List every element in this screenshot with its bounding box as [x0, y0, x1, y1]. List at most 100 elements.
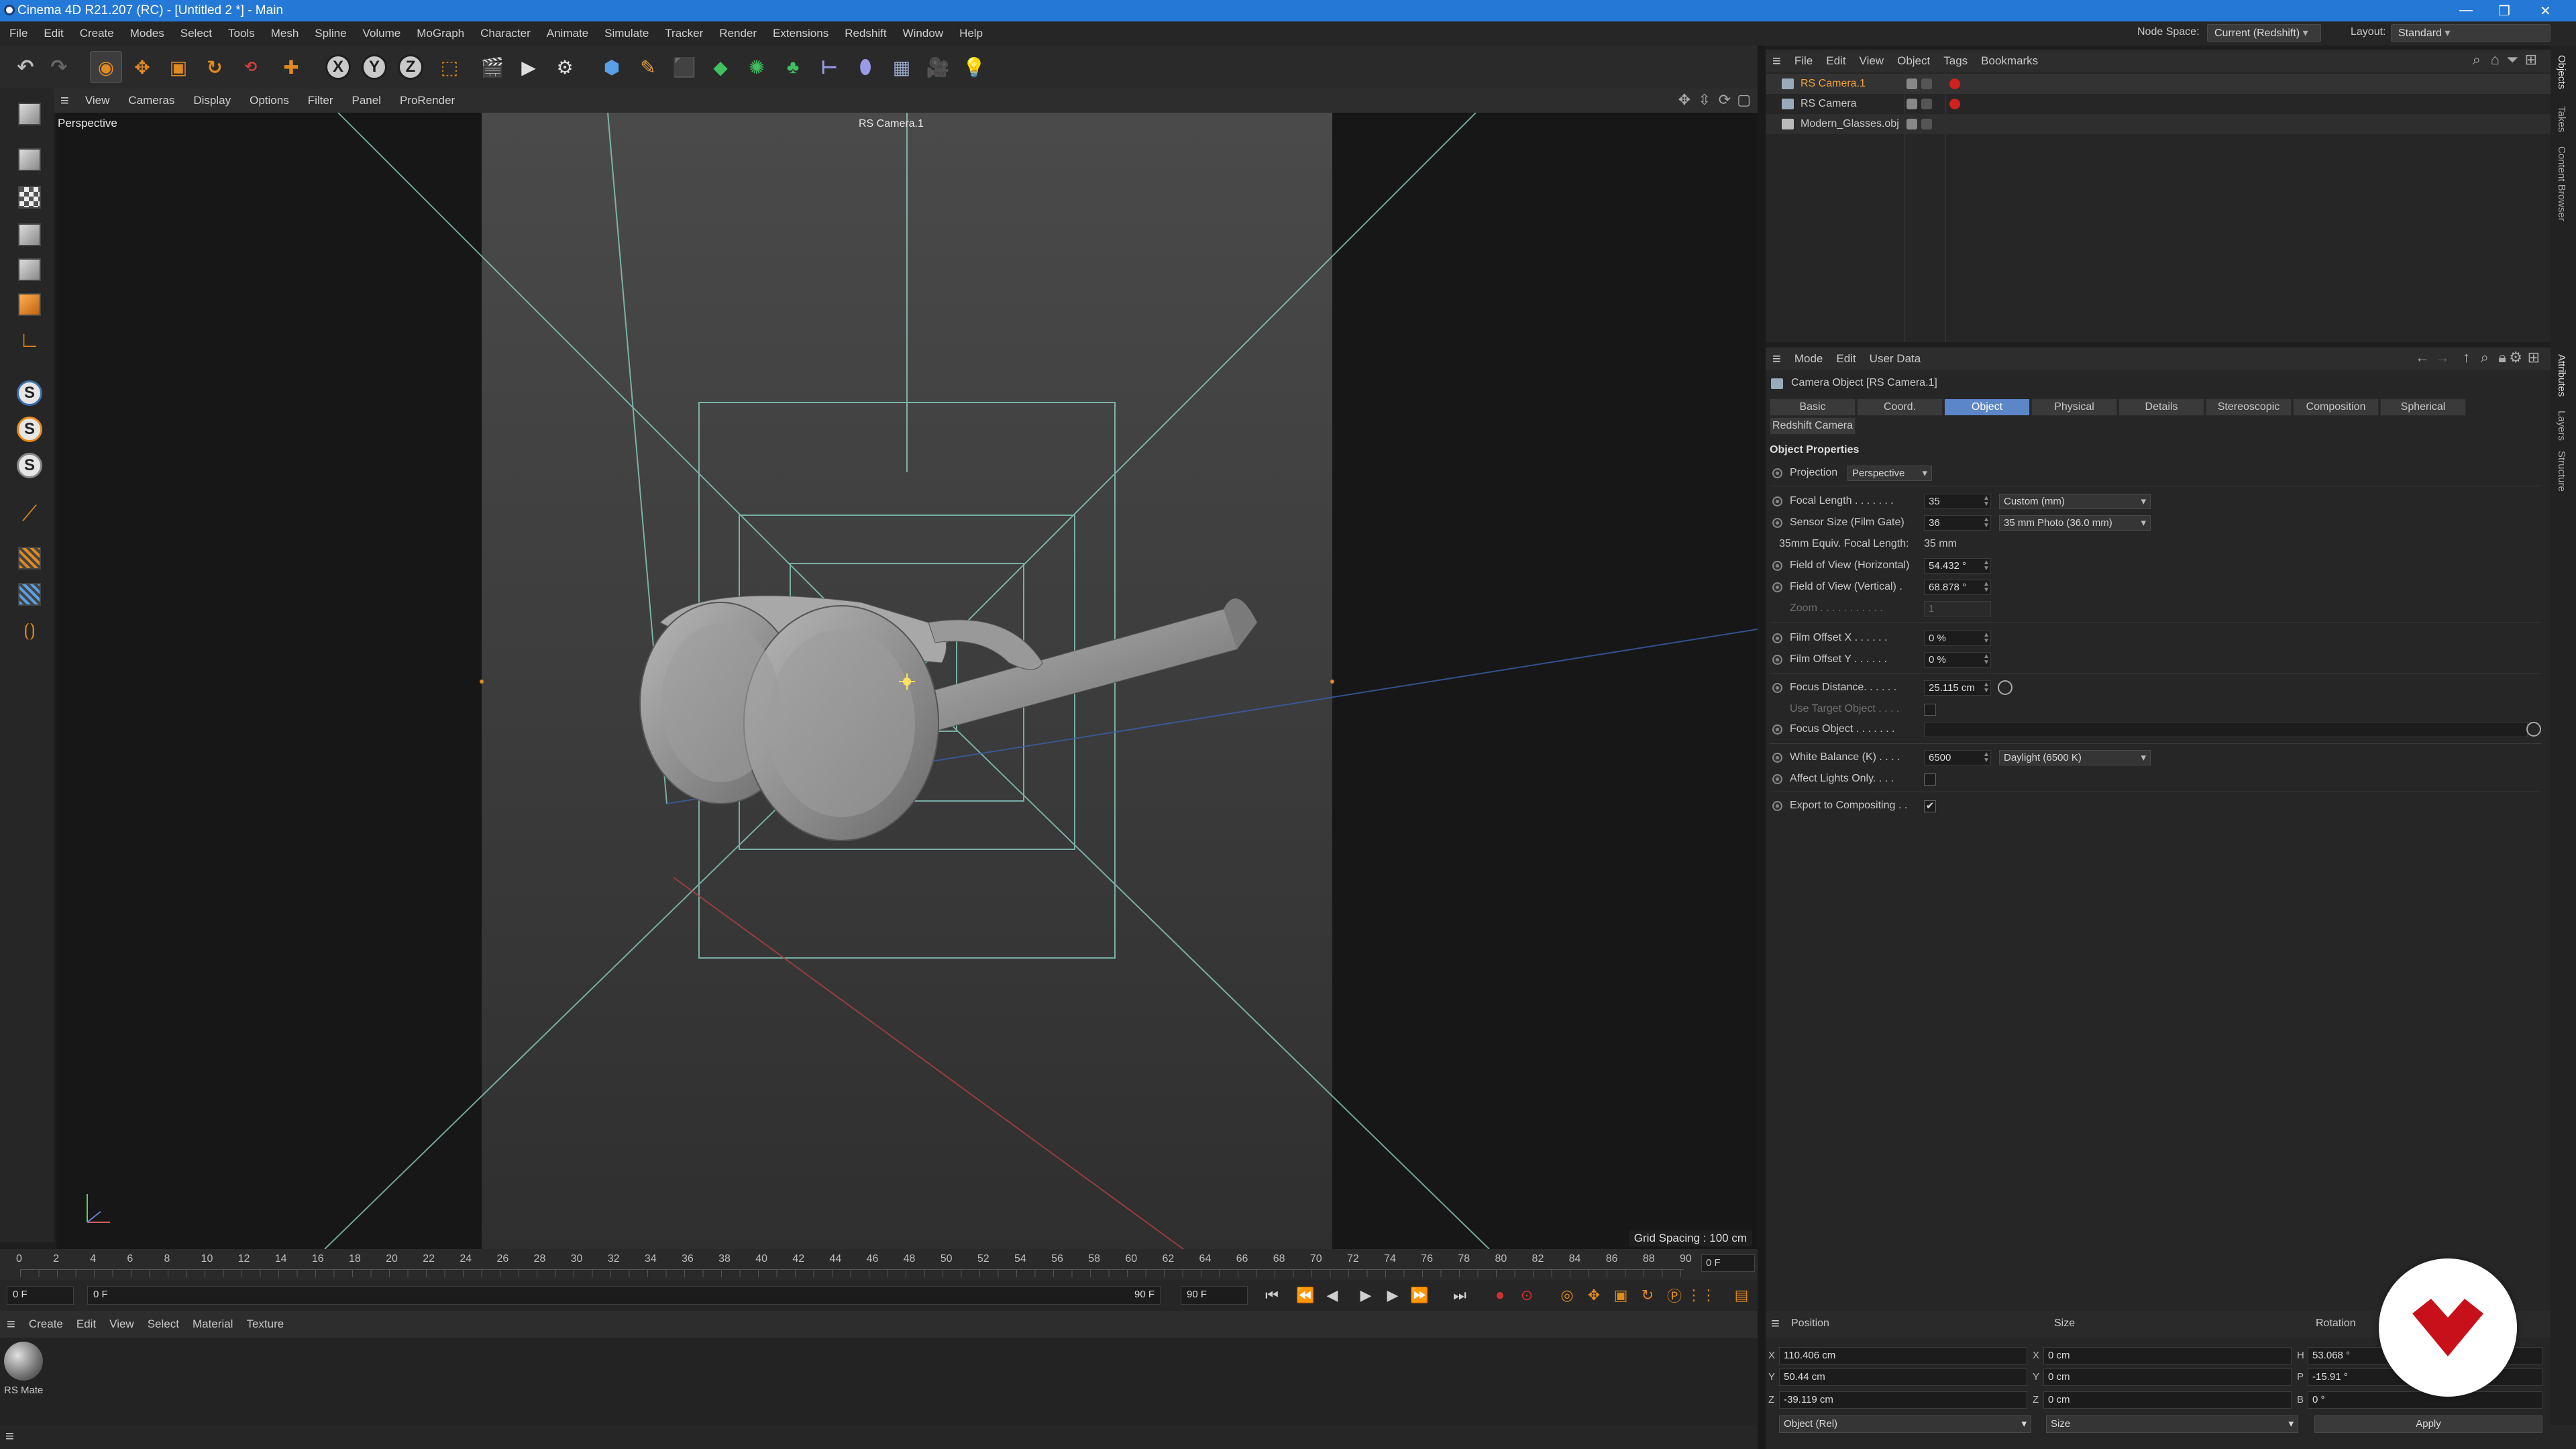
- object-filter-icon[interactable]: ⏷: [2506, 51, 2518, 68]
- viewport-menu-prorender[interactable]: ProRender: [390, 89, 464, 113]
- grid-icon[interactable]: [13, 542, 46, 574]
- rotation-b-field[interactable]: 0 °: [2308, 1391, 2542, 1409]
- field-icon[interactable]: ⬮: [849, 51, 881, 83]
- side-tab-layers[interactable]: Layers: [2556, 411, 2567, 441]
- node-space-dropdown[interactable]: Current (Redshift): [2207, 24, 2321, 42]
- up-arrow-icon[interactable]: ↑: [2463, 349, 2470, 366]
- tab-coord[interactable]: Coord.: [1857, 398, 1943, 416]
- light-icon[interactable]: 💡: [958, 51, 990, 83]
- tab-physical[interactable]: Physical: [2031, 398, 2117, 416]
- go-to-start-icon[interactable]: ⏮: [1261, 1285, 1283, 1305]
- coordinate-system-icon[interactable]: ⬚: [433, 51, 466, 83]
- material-menu-view[interactable]: View: [103, 1311, 141, 1338]
- menu-help[interactable]: Help: [951, 21, 991, 46]
- pick-focus-icon[interactable]: [1998, 680, 2012, 695]
- stepper-icon[interactable]: ▲ ▼: [1983, 632, 1990, 645]
- back-arrow-icon[interactable]: ←: [2415, 349, 2430, 366]
- film-offset-x-field[interactable]: 0 %: [1924, 631, 1991, 646]
- sensor-size-field[interactable]: 36: [1924, 515, 1991, 531]
- close-button[interactable]: ✕: [2540, 3, 2551, 19]
- use-target-checkbox[interactable]: [1924, 704, 1936, 716]
- sensor-size-preset-dropdown[interactable]: 35 mm Photo (36.0 mm): [1999, 515, 2151, 531]
- panel-divider[interactable]: [1758, 46, 1766, 1449]
- viewport-menu-view[interactable]: View: [76, 89, 119, 113]
- fov-horizontal-field[interactable]: 54.432 °: [1924, 558, 1991, 574]
- menu-create[interactable]: Create: [72, 21, 122, 46]
- menu-animate[interactable]: Animate: [539, 21, 596, 46]
- material-menu-select[interactable]: Select: [141, 1311, 186, 1338]
- attribute-hamburger-icon[interactable]: ≡: [1766, 350, 1788, 368]
- attribute-new-window-icon[interactable]: ⊞: [2528, 349, 2540, 366]
- viewport-menu-display[interactable]: Display: [184, 89, 240, 113]
- stepper-icon[interactable]: ▲ ▼: [1983, 495, 1990, 508]
- side-tab-takes[interactable]: Takes: [2556, 106, 2567, 132]
- viewport-hamburger-icon[interactable]: ≡: [54, 92, 76, 109]
- undo-icon[interactable]: ↶: [9, 51, 42, 83]
- timeline-window-icon[interactable]: ▤: [1731, 1285, 1752, 1305]
- menu-edit[interactable]: Edit: [36, 21, 71, 46]
- tab-basic[interactable]: Basic: [1770, 398, 1856, 416]
- tab-stereoscopic[interactable]: Stereoscopic: [2206, 398, 2292, 416]
- render-view-icon[interactable]: 🎬: [476, 51, 508, 83]
- y-axis-button[interactable]: Y: [358, 51, 390, 83]
- focal-length-field[interactable]: 35: [1924, 494, 1991, 509]
- restore-button[interactable]: ❐: [2498, 3, 2510, 19]
- viewport-zoom-icon[interactable]: ⇳: [1699, 91, 1711, 109]
- timeline-track[interactable]: [20, 1269, 1684, 1277]
- points-mode-icon[interactable]: [13, 219, 46, 251]
- viewport-move-icon[interactable]: ✥: [1678, 91, 1690, 109]
- next-frame-icon[interactable]: ▶: [1382, 1285, 1403, 1305]
- position-y-field[interactable]: 50.44 cm: [1779, 1368, 2027, 1386]
- side-tab-content-browser[interactable]: Content Browser: [2556, 146, 2567, 221]
- forward-arrow-icon[interactable]: →: [2435, 349, 2450, 366]
- film-offset-y-field[interactable]: 0 %: [1924, 652, 1991, 667]
- model-mode-icon[interactable]: [13, 144, 46, 176]
- pen-icon[interactable]: ✎: [632, 51, 664, 83]
- move-icon[interactable]: ✥: [126, 51, 158, 83]
- key-scale-icon[interactable]: ▣: [1610, 1285, 1631, 1305]
- texture-mode-icon[interactable]: [13, 181, 46, 213]
- object-menu-object[interactable]: Object: [1890, 50, 1937, 72]
- render-to-picture-viewer-icon[interactable]: ▶: [513, 51, 545, 83]
- recent-tools-icon[interactable]: ⟲: [235, 51, 267, 83]
- stepper-icon[interactable]: ▲ ▼: [1983, 653, 1990, 666]
- object-manager-hamburger-icon[interactable]: ≡: [1766, 52, 1788, 70]
- animate-dot-icon[interactable]: [1772, 801, 1782, 811]
- attribute-search-icon[interactable]: ⌕: [2481, 349, 2489, 366]
- viewport-maximize-icon[interactable]: ▢: [1737, 91, 1751, 109]
- size-z-field[interactable]: 0 cm: [2043, 1391, 2292, 1409]
- render-settings-icon[interactable]: ⚙: [549, 51, 581, 83]
- viewport-menu-options[interactable]: Options: [240, 89, 299, 113]
- object-menu-view[interactable]: View: [1853, 50, 1891, 72]
- key-rotation-icon[interactable]: ↻: [1637, 1285, 1658, 1305]
- scale-icon[interactable]: ▣: [162, 51, 195, 83]
- apply-button[interactable]: Apply: [2314, 1415, 2542, 1433]
- focal-length-preset-dropdown[interactable]: Custom (mm): [1999, 494, 2151, 509]
- menu-simulate[interactable]: Simulate: [596, 21, 657, 46]
- position-z-field[interactable]: -39.119 cm: [1779, 1391, 2027, 1409]
- fov-vertical-field[interactable]: 68.878 °: [1924, 580, 1991, 595]
- record-icon[interactable]: ⏺: [1489, 1285, 1511, 1305]
- status-hamburger-icon[interactable]: ≡: [5, 1428, 14, 1445]
- attribute-menu-mode[interactable]: Mode: [1788, 347, 1830, 370]
- projection-dropdown[interactable]: Perspective: [1847, 466, 1932, 481]
- redshift-camera-tag-icon[interactable]: [1949, 78, 1960, 89]
- material-name[interactable]: RS Mate: [4, 1385, 43, 1396]
- menu-volume[interactable]: Volume: [355, 21, 409, 46]
- menu-window[interactable]: Window: [895, 21, 951, 46]
- white-balance-preset-dropdown[interactable]: Daylight (6500 K): [1999, 750, 2151, 765]
- size-mode-dropdown[interactable]: Size: [2046, 1415, 2298, 1433]
- cube-icon[interactable]: ⬢: [596, 51, 628, 83]
- visibility-icon[interactable]: [1907, 99, 1917, 109]
- x-axis-button[interactable]: X: [322, 51, 354, 83]
- pick-object-icon[interactable]: [2526, 722, 2541, 737]
- visibility-icon[interactable]: [1907, 78, 1917, 89]
- key-position-icon[interactable]: ✥: [1583, 1285, 1605, 1305]
- material-hamburger-icon[interactable]: ≡: [0, 1316, 22, 1333]
- floor-icon[interactable]: ▦: [885, 51, 918, 83]
- solo-icon[interactable]: ⟮⟯: [13, 614, 46, 647]
- animate-dot-icon[interactable]: [1772, 655, 1782, 665]
- lock-icon[interactable]: 🔒︎: [2498, 349, 2506, 366]
- edges-mode-icon[interactable]: [13, 254, 46, 286]
- material-menu-edit[interactable]: Edit: [70, 1311, 103, 1338]
